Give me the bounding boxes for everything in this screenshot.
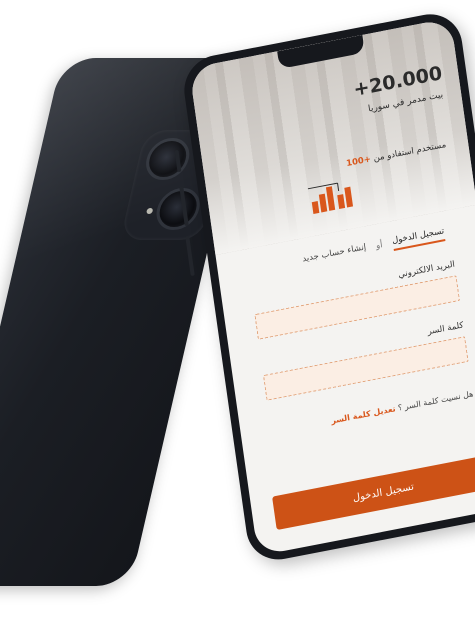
phone-mockup-scene: +20.000 بيت مدمر في سوريا مستخدم استفادو… [0,0,475,634]
login-button[interactable]: تسجيل الدخول [272,454,475,531]
phone-front-view: +20.000 بيت مدمر في سوريا مستخدم استفادو… [180,8,475,566]
camera-lens-icon [152,188,204,230]
password-field[interactable] [263,336,469,401]
password-label: كلمة السر [426,320,465,338]
tab-login[interactable]: تسجيل الدخول [391,225,446,251]
forgot-password-row: هل نسيت كلمة السر ؟ تعديل كلمة السر [331,389,474,425]
tab-separator: أو [375,240,384,252]
flash-icon [145,208,154,214]
camera-lens-icon [141,138,194,180]
app-screen: +20.000 بيت مدمر في سوريا مستخدم استفادو… [189,17,475,556]
app-logo-icon [307,182,354,214]
hero-users-count: مستخدم استفادو من +100 [346,140,447,169]
tab-register[interactable]: إنشاء حساب جديد [302,242,367,267]
users-prefix: +100 [345,154,372,170]
forgot-password-link[interactable]: تعديل كلمة السر [331,404,396,425]
users-text: مستخدم استفادو من [372,140,447,164]
forgot-question: هل نسيت كلمة السر ؟ [397,389,474,413]
